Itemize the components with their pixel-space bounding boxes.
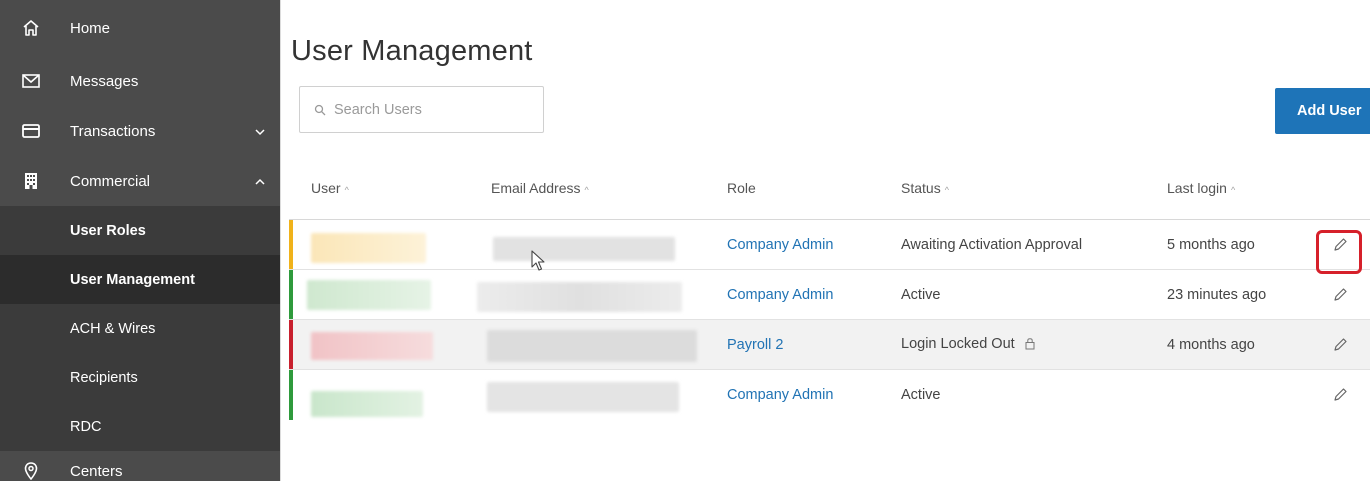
chevron-down-icon[interactable] bbox=[254, 125, 266, 137]
sidebar-subitem-user-management[interactable]: User Management bbox=[0, 255, 280, 304]
home-icon bbox=[22, 19, 40, 37]
column-header-label: Last login bbox=[1167, 180, 1227, 196]
sidebar-item-transactions[interactable]: Transactions bbox=[0, 106, 280, 156]
last-login-text: 5 months ago bbox=[1167, 236, 1255, 253]
status-indicator-bar bbox=[289, 320, 293, 369]
table-row[interactable]: Company Admin Active bbox=[289, 370, 1370, 420]
role-link[interactable]: Company Admin bbox=[727, 287, 833, 303]
pencil-icon[interactable] bbox=[1330, 385, 1350, 405]
sidebar-subitem-rdc[interactable]: RDC bbox=[0, 402, 280, 451]
chevron-up-icon[interactable] bbox=[254, 175, 266, 187]
building-icon bbox=[22, 172, 40, 190]
table-row[interactable]: Payroll 2 Login Locked Out 4 months ago bbox=[289, 320, 1370, 370]
redacted-email bbox=[487, 382, 679, 412]
sort-icon: ^ bbox=[1230, 185, 1236, 195]
mouse-cursor-icon bbox=[531, 250, 547, 272]
search-input[interactable] bbox=[334, 101, 534, 118]
lock-icon bbox=[1025, 337, 1035, 354]
sort-icon: ^ bbox=[344, 185, 349, 195]
last-login-text: 23 minutes ago bbox=[1167, 286, 1267, 303]
redacted-email bbox=[493, 237, 675, 261]
status-text: Awaiting Activation Approval bbox=[901, 236, 1083, 253]
status-label: Login Locked Out bbox=[901, 335, 1015, 352]
status-indicator-bar bbox=[289, 270, 293, 319]
pencil-icon[interactable] bbox=[1330, 285, 1350, 305]
column-header-status[interactable]: Status ^ bbox=[901, 180, 949, 196]
sidebar-item-label: Messages bbox=[70, 72, 139, 90]
column-header-email[interactable]: Email Address ^ bbox=[491, 180, 589, 196]
redacted-user-name bbox=[311, 233, 426, 263]
sidebar-item-commercial[interactable]: Commercial bbox=[0, 156, 280, 206]
status-indicator-bar bbox=[289, 220, 293, 269]
sidebar-item-label: Home bbox=[70, 19, 111, 37]
column-header-label: Email Address bbox=[491, 180, 581, 196]
sidebar-subitem-ach-wires[interactable]: ACH & Wires bbox=[0, 304, 280, 353]
sidebar: Home Messages Transactions Commercial Us… bbox=[0, 0, 280, 481]
status-text: Active bbox=[901, 387, 941, 403]
table-row[interactable]: Company Admin Active 23 minutes ago bbox=[289, 270, 1370, 320]
sidebar-item-home[interactable]: Home bbox=[0, 0, 280, 56]
mail-icon bbox=[22, 72, 40, 90]
redacted-user-name bbox=[307, 280, 431, 310]
location-pin-icon bbox=[22, 462, 40, 480]
redacted-email bbox=[487, 330, 697, 362]
column-header-label: Status bbox=[901, 180, 941, 196]
pencil-icon[interactable] bbox=[1330, 235, 1350, 255]
sidebar-item-label: Centers bbox=[70, 462, 123, 480]
last-login-text: 4 months ago bbox=[1167, 336, 1255, 353]
page-title: User Management bbox=[291, 35, 533, 67]
pencil-icon[interactable] bbox=[1330, 335, 1350, 355]
users-table: User ^ Email Address ^ Role Status ^ Last l… bbox=[289, 160, 1370, 420]
redacted-user-name bbox=[311, 332, 433, 360]
redacted-user-name bbox=[311, 391, 423, 417]
status-text: Active bbox=[901, 286, 941, 303]
column-header-label: Role bbox=[727, 180, 756, 196]
column-header-last-login[interactable]: Last login ^ bbox=[1167, 180, 1235, 196]
role-link[interactable]: Company Admin bbox=[727, 237, 833, 253]
search-icon bbox=[314, 104, 326, 116]
table-row[interactable]: Company Admin Awaiting Activation Approv… bbox=[289, 220, 1370, 274]
sidebar-item-messages[interactable]: Messages bbox=[0, 56, 280, 106]
sidebar-subitem-user-roles[interactable]: User Roles bbox=[0, 206, 280, 255]
card-icon bbox=[22, 122, 40, 140]
role-link[interactable]: Company Admin bbox=[727, 387, 833, 403]
sidebar-item-label: Transactions bbox=[70, 122, 156, 140]
search-box[interactable] bbox=[299, 86, 544, 133]
sidebar-item-centers[interactable]: Centers bbox=[0, 451, 280, 481]
sidebar-item-label: Commercial bbox=[70, 172, 151, 190]
commercial-submenu: User Roles User Management ACH & Wires R… bbox=[0, 206, 280, 451]
main-content: User Management Add User User^ Email Add… bbox=[280, 0, 1370, 481]
sort-icon: ^ bbox=[944, 185, 949, 195]
role-link[interactable]: Payroll 2 bbox=[727, 337, 783, 353]
add-user-button[interactable]: Add User bbox=[1275, 88, 1370, 134]
sort-icon: ^ bbox=[584, 185, 589, 195]
sidebar-subitem-recipients[interactable]: Recipients bbox=[0, 353, 280, 402]
table-header: User ^ Email Address ^ Role Status ^ Last l… bbox=[289, 160, 1370, 220]
status-indicator-bar bbox=[289, 370, 293, 420]
column-header-role: Role bbox=[727, 180, 756, 196]
redacted-email bbox=[477, 282, 682, 312]
column-header-label: User bbox=[311, 180, 341, 196]
column-header-user[interactable]: User ^ bbox=[311, 180, 349, 196]
status-text: Login Locked Out bbox=[901, 336, 1035, 354]
